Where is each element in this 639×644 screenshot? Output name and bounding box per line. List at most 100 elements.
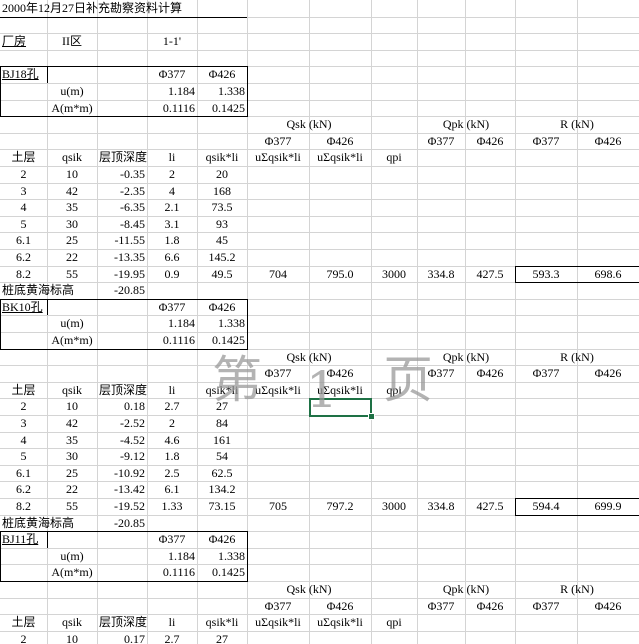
u-label[interactable]: u(m) — [49, 548, 95, 565]
value-cell[interactable]: 0.9 — [149, 266, 195, 283]
area-value[interactable]: 0.1425 — [199, 332, 245, 349]
value-cell[interactable]: 1.8 — [149, 232, 195, 249]
value-cell[interactable]: -2.52 — [99, 415, 145, 432]
value-cell[interactable]: 42 — [49, 415, 95, 432]
r-label[interactable]: R (kN) — [517, 349, 637, 366]
diameter-header[interactable]: Φ426 — [199, 66, 245, 83]
value-cell[interactable]: 10 — [49, 398, 95, 415]
value-cell[interactable]: 0.17 — [99, 631, 145, 644]
value-cell[interactable]: 6.6 — [149, 249, 195, 266]
value-cell[interactable]: -11.55 — [99, 232, 145, 249]
fill-handle[interactable] — [368, 413, 375, 420]
value-cell[interactable]: -10.92 — [99, 465, 145, 482]
hole-label[interactable]: BJ18孔 — [2, 66, 45, 83]
value-cell[interactable]: 427.5 — [467, 266, 513, 283]
value-cell[interactable]: 2.5 — [149, 465, 195, 482]
area-label[interactable]: A(m*m) — [49, 332, 95, 349]
pile-bottom-value[interactable]: -20.85 — [99, 282, 145, 299]
column-header[interactable]: qsik — [49, 614, 95, 631]
layer-cell[interactable]: 6.2 — [2, 481, 45, 498]
factory-label[interactable]: 厂房 — [2, 33, 45, 50]
pile-bottom-label[interactable]: 桩底黄海标高 — [2, 282, 95, 299]
layer-cell[interactable]: 2 — [2, 398, 45, 415]
diameter-header[interactable]: Φ377 — [149, 531, 195, 548]
diameter-subheader[interactable]: Φ377 — [517, 365, 575, 382]
value-cell[interactable]: 55 — [49, 498, 95, 515]
qsk-label[interactable]: Qsk (kN) — [249, 116, 369, 133]
qsk-label[interactable]: Qsk (kN) — [249, 581, 369, 598]
value-cell[interactable]: -0.35 — [99, 166, 145, 183]
diameter-subheader[interactable]: Φ377 — [419, 598, 463, 615]
column-header[interactable]: 土层 — [2, 149, 45, 166]
r-label[interactable]: R (kN) — [517, 116, 637, 133]
layer-cell[interactable]: 5 — [2, 216, 45, 233]
value-cell[interactable]: 161 — [199, 432, 245, 449]
column-header[interactable]: 土层 — [2, 382, 45, 399]
diameter-subheader[interactable]: Φ377 — [517, 133, 575, 150]
value-cell[interactable]: 6.1 — [149, 481, 195, 498]
area-value[interactable]: 0.1116 — [149, 564, 195, 581]
layer-cell[interactable]: 4 — [2, 199, 45, 216]
r-label[interactable]: R (kN) — [517, 581, 637, 598]
value-cell[interactable]: 3.1 — [149, 216, 195, 233]
value-cell[interactable]: -19.95 — [99, 266, 145, 283]
area-value[interactable]: 0.1425 — [199, 100, 245, 117]
diameter-subheader[interactable]: Φ426 — [467, 133, 513, 150]
column-header[interactable]: li — [149, 149, 195, 166]
area-label[interactable]: A(m*m) — [49, 100, 95, 117]
value-cell[interactable]: 73.5 — [199, 199, 245, 216]
value-cell[interactable]: 10 — [49, 166, 95, 183]
value-cell[interactable]: 20 — [199, 166, 245, 183]
value-cell[interactable]: 54 — [199, 448, 245, 465]
value-cell[interactable]: -9.12 — [99, 448, 145, 465]
value-cell[interactable]: 2.7 — [149, 398, 195, 415]
value-cell[interactable]: 35 — [49, 432, 95, 449]
diameter-subheader[interactable]: Φ377 — [419, 133, 463, 150]
diameter-header[interactable]: Φ377 — [149, 299, 195, 316]
value-cell[interactable]: 168 — [199, 183, 245, 200]
section-label[interactable]: 1-1' — [149, 33, 195, 50]
column-header[interactable]: qpi — [373, 149, 415, 166]
diameter-subheader[interactable]: Φ426 — [579, 133, 637, 150]
value-cell[interactable]: -6.35 — [99, 199, 145, 216]
column-header[interactable]: uΣqsik*li — [249, 149, 307, 166]
value-cell[interactable]: 705 — [249, 498, 307, 515]
value-cell[interactable]: -8.45 — [99, 216, 145, 233]
value-cell[interactable]: 0.18 — [99, 398, 145, 415]
pile-bottom-value[interactable]: -20.85 — [99, 515, 145, 532]
diameter-header[interactable]: Φ426 — [199, 299, 245, 316]
layer-cell[interactable]: 2 — [2, 631, 45, 644]
column-header[interactable]: li — [149, 614, 195, 631]
value-cell[interactable]: 2.1 — [149, 199, 195, 216]
area-value[interactable]: 0.1116 — [149, 332, 195, 349]
value-cell[interactable]: 22 — [49, 481, 95, 498]
area-value[interactable]: 0.1425 — [199, 564, 245, 581]
value-cell[interactable]: 49.5 — [199, 266, 245, 283]
value-cell[interactable]: 3000 — [373, 498, 415, 515]
value-cell[interactable]: 35 — [49, 199, 95, 216]
value-cell[interactable]: 2 — [149, 415, 195, 432]
area-value[interactable]: 0.1116 — [149, 100, 195, 117]
value-cell[interactable]: 25 — [49, 465, 95, 482]
diameter-subheader[interactable]: Φ377 — [517, 598, 575, 615]
value-cell[interactable]: 55 — [49, 266, 95, 283]
value-cell[interactable]: 3000 — [373, 266, 415, 283]
area-label[interactable]: A(m*m) — [49, 564, 95, 581]
value-cell[interactable]: 795.0 — [311, 266, 369, 283]
layer-cell[interactable]: 6.1 — [2, 465, 45, 482]
column-header[interactable]: 层顶深度 — [99, 149, 147, 166]
value-cell[interactable]: 145.2 — [199, 249, 245, 266]
diameter-subheader[interactable]: Φ426 — [579, 365, 637, 382]
qpk-label[interactable]: Qpk (kN) — [419, 116, 513, 133]
value-cell[interactable]: 42 — [49, 183, 95, 200]
column-header[interactable]: 层顶深度 — [99, 614, 147, 631]
column-header[interactable]: qsik — [49, 149, 95, 166]
value-cell[interactable]: 1.33 — [149, 498, 195, 515]
value-cell[interactable]: 1.8 — [149, 448, 195, 465]
value-cell[interactable]: 73.15 — [199, 498, 245, 515]
column-header[interactable]: qsik — [49, 382, 95, 399]
layer-cell[interactable]: 5 — [2, 448, 45, 465]
u-label[interactable]: u(m) — [49, 83, 95, 100]
column-header[interactable]: 层顶深度 — [99, 382, 147, 399]
column-header[interactable]: qpi — [373, 614, 415, 631]
